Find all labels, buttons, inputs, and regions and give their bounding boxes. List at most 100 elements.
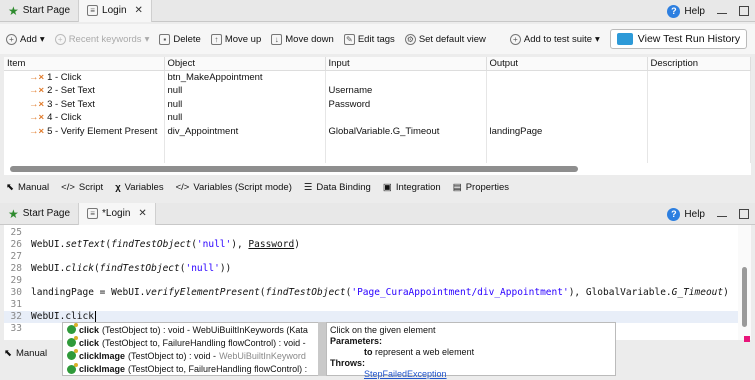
cell-object[interactable]: null xyxy=(164,84,326,98)
scrollbar-thumb[interactable] xyxy=(742,267,747,327)
table-row-empty xyxy=(4,138,751,152)
add-to-test-suite-button[interactable]: + Add to test suite ▾ xyxy=(509,33,600,45)
cell-item: 2 - Set Text xyxy=(47,85,95,97)
cell-object[interactable]: div_Appointment xyxy=(164,124,326,138)
col-header-description[interactable]: Description xyxy=(647,57,751,71)
cell-object[interactable]: null xyxy=(164,97,326,111)
tab-script[interactable]: </> Script xyxy=(61,182,103,193)
cell-description[interactable] xyxy=(647,111,751,125)
col-header-input[interactable]: Input xyxy=(325,57,487,71)
move-down-button[interactable]: ↓ Move down xyxy=(271,33,334,45)
editor-vertical-scrollbar[interactable] xyxy=(738,225,751,340)
cell-output[interactable] xyxy=(486,97,648,111)
cell-input[interactable]: Username xyxy=(325,84,487,98)
code-token: G_Timeout xyxy=(671,287,724,298)
autocomplete-item[interactable]: click (TestObject to, FailureHandling flo… xyxy=(63,336,319,349)
table-row[interactable]: →× 1 - Click btn_MakeAppointment xyxy=(4,70,751,84)
cell-description[interactable] xyxy=(647,124,751,138)
move-up-button[interactable]: ↑ Move up xyxy=(210,33,262,45)
help-area: ? Help xyxy=(667,203,749,225)
code-line: 25 xyxy=(4,227,738,239)
tab-start-page[interactable]: ★ Start Page xyxy=(0,0,78,22)
maximize-icon[interactable] xyxy=(739,209,749,219)
tab-variables-script[interactable]: </> Variables (Script mode) xyxy=(176,182,292,193)
recent-keywords-button[interactable]: + Recent keywords ▾ xyxy=(54,33,149,45)
error-marker[interactable] xyxy=(744,336,750,342)
method-icon xyxy=(67,336,78,348)
delete-button[interactable]: ▪ Delete xyxy=(159,33,201,45)
help-label[interactable]: Help xyxy=(684,6,705,17)
close-icon[interactable]: ✕ xyxy=(138,208,146,219)
cell-output[interactable] xyxy=(486,111,648,125)
cell-description[interactable] xyxy=(647,70,751,84)
tab-manual[interactable]: ⬉ Manual xyxy=(6,182,49,193)
help-label[interactable]: Help xyxy=(684,209,705,220)
tab-login[interactable]: ≡ Login ✕ xyxy=(78,0,152,22)
help-icon[interactable]: ? xyxy=(667,207,681,221)
edit-tags-button[interactable]: ✎ Edit tags xyxy=(343,33,395,45)
tab-properties[interactable]: ▤ Properties xyxy=(453,182,509,193)
maximize-icon[interactable] xyxy=(739,6,749,16)
col-header-item[interactable]: Item xyxy=(4,57,165,71)
minimize-icon[interactable] xyxy=(717,8,727,14)
minimize-icon[interactable] xyxy=(717,211,727,217)
doc-param-name: to xyxy=(364,347,373,357)
tab-integration[interactable]: ▣ Integration xyxy=(383,182,441,193)
cell-output[interactable]: landingPage xyxy=(486,124,648,138)
cell-description[interactable] xyxy=(647,84,751,98)
tab-start-page[interactable]: ★ Start Page xyxy=(0,203,78,225)
cell-input[interactable]: Password xyxy=(325,97,487,111)
doc-throws-link[interactable]: StepFailedException xyxy=(364,369,447,379)
variables-icon: χ xyxy=(115,181,121,193)
cell-output[interactable] xyxy=(486,70,648,84)
cell-item: 4 - Click xyxy=(47,112,82,124)
cell-input[interactable]: GlobalVariable.G_Timeout xyxy=(325,124,487,138)
cell-input[interactable] xyxy=(325,111,487,125)
cell-input[interactable] xyxy=(325,70,487,84)
move-up-label: Move up xyxy=(224,33,262,45)
autocomplete-item[interactable]: clickImage (TestObject to, FailureHandlin… xyxy=(63,362,319,376)
set-default-view-button[interactable]: ⚙ Set default view xyxy=(404,33,486,45)
col-header-output[interactable]: Output xyxy=(486,57,648,71)
code-icon: </> xyxy=(61,181,75,193)
cell-output[interactable] xyxy=(486,84,648,98)
cell-object[interactable]: btn_MakeAppointment xyxy=(164,70,326,84)
autocomplete-scrollbar[interactable] xyxy=(318,322,326,376)
delete-icon: ▪ xyxy=(159,33,171,45)
code-token: WebUI.click xyxy=(31,311,94,322)
code-token: WebUI. xyxy=(31,239,66,250)
move-down-label: Move down xyxy=(285,33,334,45)
method-icon xyxy=(67,323,78,335)
table-row[interactable]: →× 5 - Verify Element Present div_Appointm… xyxy=(4,124,751,138)
code-token: click xyxy=(65,263,94,274)
tab-variables[interactable]: χ Variables xyxy=(115,182,163,193)
tab-data-binding[interactable]: ☰ Data Binding xyxy=(304,182,371,193)
cell-object[interactable]: null xyxy=(164,111,326,125)
autocomplete-item[interactable]: clickImage (TestObject to) : void - WebUi… xyxy=(63,349,319,362)
view-test-run-history-button[interactable]: View Test Run History xyxy=(609,29,748,49)
tab-label: Manual xyxy=(15,348,48,359)
cell-item: 5 - Verify Element Present xyxy=(47,125,158,137)
horizontal-scrollbar[interactable] xyxy=(4,163,751,175)
help-icon[interactable]: ? xyxy=(667,4,681,18)
top-tab-bar: ★ Start Page ≡ Login ✕ ? Help xyxy=(0,0,755,22)
col-header-object[interactable]: Object xyxy=(164,57,326,71)
tab-manual-bottom[interactable]: ⬉ Manual xyxy=(4,348,47,359)
tab-label: Start Page xyxy=(22,5,71,16)
step-x-icon: →× xyxy=(29,125,45,137)
autocomplete-item[interactable]: click (TestObject to) : void - WebUiBuilt… xyxy=(63,323,319,337)
table-row[interactable]: →× 4 - Click null xyxy=(4,111,751,125)
cell-description[interactable] xyxy=(647,97,751,111)
close-icon[interactable]: ✕ xyxy=(135,5,143,16)
recent-icon: + xyxy=(54,33,66,45)
scrollbar-thumb[interactable] xyxy=(10,166,578,172)
table-row[interactable]: →× 3 - Set Text null Password xyxy=(4,97,751,111)
method-name: click xyxy=(79,337,100,348)
arrow-up-icon: ↑ xyxy=(210,33,222,45)
table-row[interactable]: →× 2 - Set Text null Username xyxy=(4,84,751,98)
view-history-label: View Test Run History xyxy=(637,33,741,45)
step-x-icon: →× xyxy=(29,72,45,83)
add-button[interactable]: + Add ▾ xyxy=(6,33,45,45)
delete-label: Delete xyxy=(173,33,201,45)
tab-login-modified[interactable]: ≡ *Login ✕ xyxy=(78,202,156,225)
